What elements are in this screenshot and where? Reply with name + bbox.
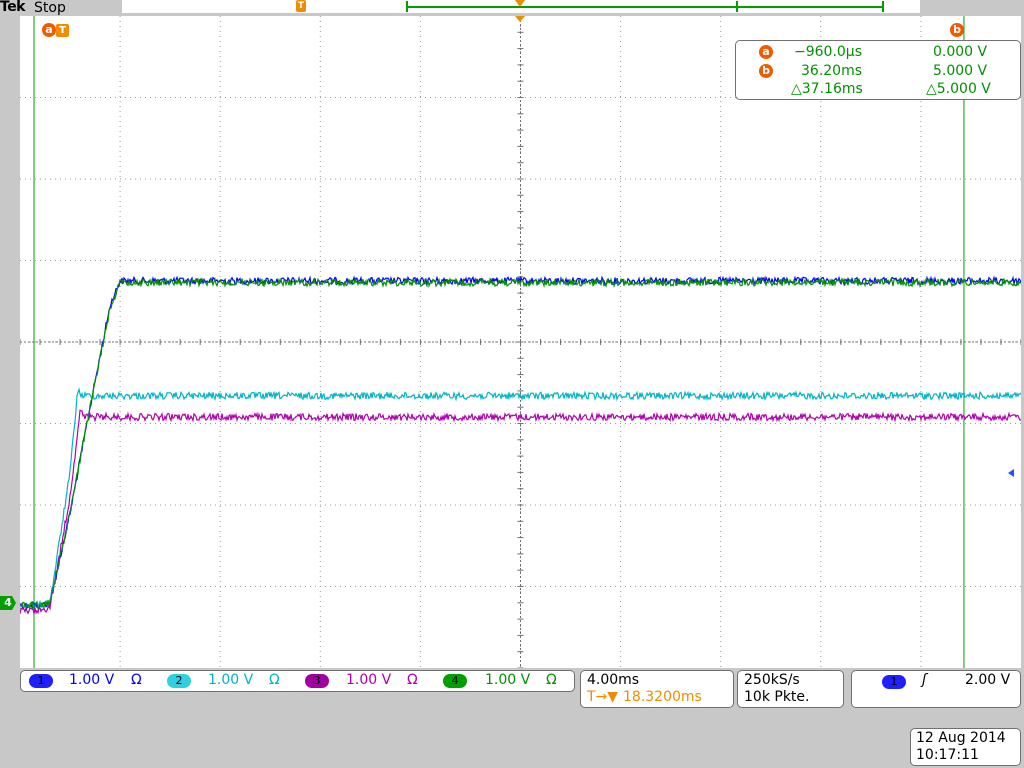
ch2-badge[interactable]: 2 [167, 674, 191, 688]
trace-ch1 [20, 275, 1021, 611]
ch3-scale: 1.00 V [346, 672, 392, 688]
record-window-marker [736, 1, 738, 12]
trace-ch2 [20, 387, 1021, 611]
timebase-panel[interactable]: 4.00ms T→▼ 18.3200ms [580, 670, 734, 708]
trigger-level: 2.00 V [965, 672, 1011, 688]
cursor-a-readout-icon: a [759, 45, 773, 59]
ch4-ground-reference-icon[interactable]: 4 [0, 596, 16, 610]
acquisition-panel[interactable]: 250kS/s 10k Pkte. [737, 670, 844, 708]
ch4-scale: 1.00 V [485, 672, 531, 688]
trigger-panel[interactable]: 1 ʃ 2.00 V [851, 670, 1021, 708]
record-window-start-mark [406, 1, 408, 12]
cursor-b-marker-icon[interactable]: b [950, 23, 964, 37]
cursor-readout-panel: a −960.0µs 0.000 V b 36.20ms 5.000 V △37… [735, 40, 1021, 100]
ch4-coupling: Ω [546, 672, 557, 688]
ch2-coupling: Ω [269, 672, 280, 688]
sample-rate: 250kS/s [744, 672, 800, 688]
ch1-scale: 1.00 V [69, 672, 115, 688]
cursor-b-time: 36.20ms [801, 63, 863, 79]
cursor-a-time: −960.0µs [794, 44, 863, 60]
acquisition-run-state[interactable]: Stop [34, 0, 66, 16]
record-window-indicator [406, 6, 884, 8]
ch2-scale: 1.00 V [208, 672, 254, 688]
trigger-position-prefix: T→▼ [587, 689, 619, 705]
datetime-panel: 12 Aug 2014 10:17:11 [910, 728, 1021, 766]
trigger-position-value: 18.3200ms [623, 689, 702, 705]
cursor-a-marker-icon[interactable]: a [42, 23, 56, 37]
date-display: 12 Aug 2014 [916, 730, 1006, 746]
ch4-badge[interactable]: 4 [443, 674, 467, 688]
ch1-coupling: Ω [131, 672, 142, 688]
trigger-marker-icon: T [56, 24, 69, 37]
trigger-position-top-arrow-icon[interactable] [515, 0, 525, 7]
trigger-level-arrow-icon[interactable] [1008, 469, 1014, 477]
timebase-scale: 4.00ms [587, 672, 640, 688]
waveform-graticule [20, 16, 1021, 668]
ch3-badge[interactable]: 3 [305, 674, 329, 688]
trigger-position-arrow-icon[interactable] [515, 16, 525, 22]
cursor-b-readout-icon: b [759, 64, 773, 78]
channel-settings-panel[interactable]: 1 1.00 V Ω 2 1.00 V Ω 3 1.00 V Ω 4 1.00 … [20, 670, 575, 692]
cursor-delta-voltage: △5.000 V [926, 81, 991, 97]
cursor-delta-time: △37.16ms [791, 81, 863, 97]
bottom-status-area: 1 1.00 V Ω 2 1.00 V Ω 3 1.00 V Ω 4 1.00 … [0, 668, 1024, 768]
top-status-bar: Tek Stop T [0, 0, 1024, 16]
cursor-b-voltage: 5.000 V [933, 63, 988, 79]
record-length: 10k Pkte. [744, 689, 810, 705]
record-trigger-icon: T [296, 0, 306, 12]
ch3-coupling: Ω [407, 672, 418, 688]
cursor-a-voltage: 0.000 V [933, 44, 988, 60]
graticule-grid [20, 16, 1021, 668]
trigger-slope-icon: ʃ [922, 672, 927, 688]
waveform-display[interactable] [20, 16, 1021, 668]
brand-logo: Tek [0, 0, 26, 15]
ch1-badge[interactable]: 1 [29, 674, 53, 688]
trigger-source-badge: 1 [882, 675, 906, 689]
time-display: 10:17:11 [916, 747, 979, 763]
record-window-end-mark [882, 1, 884, 12]
